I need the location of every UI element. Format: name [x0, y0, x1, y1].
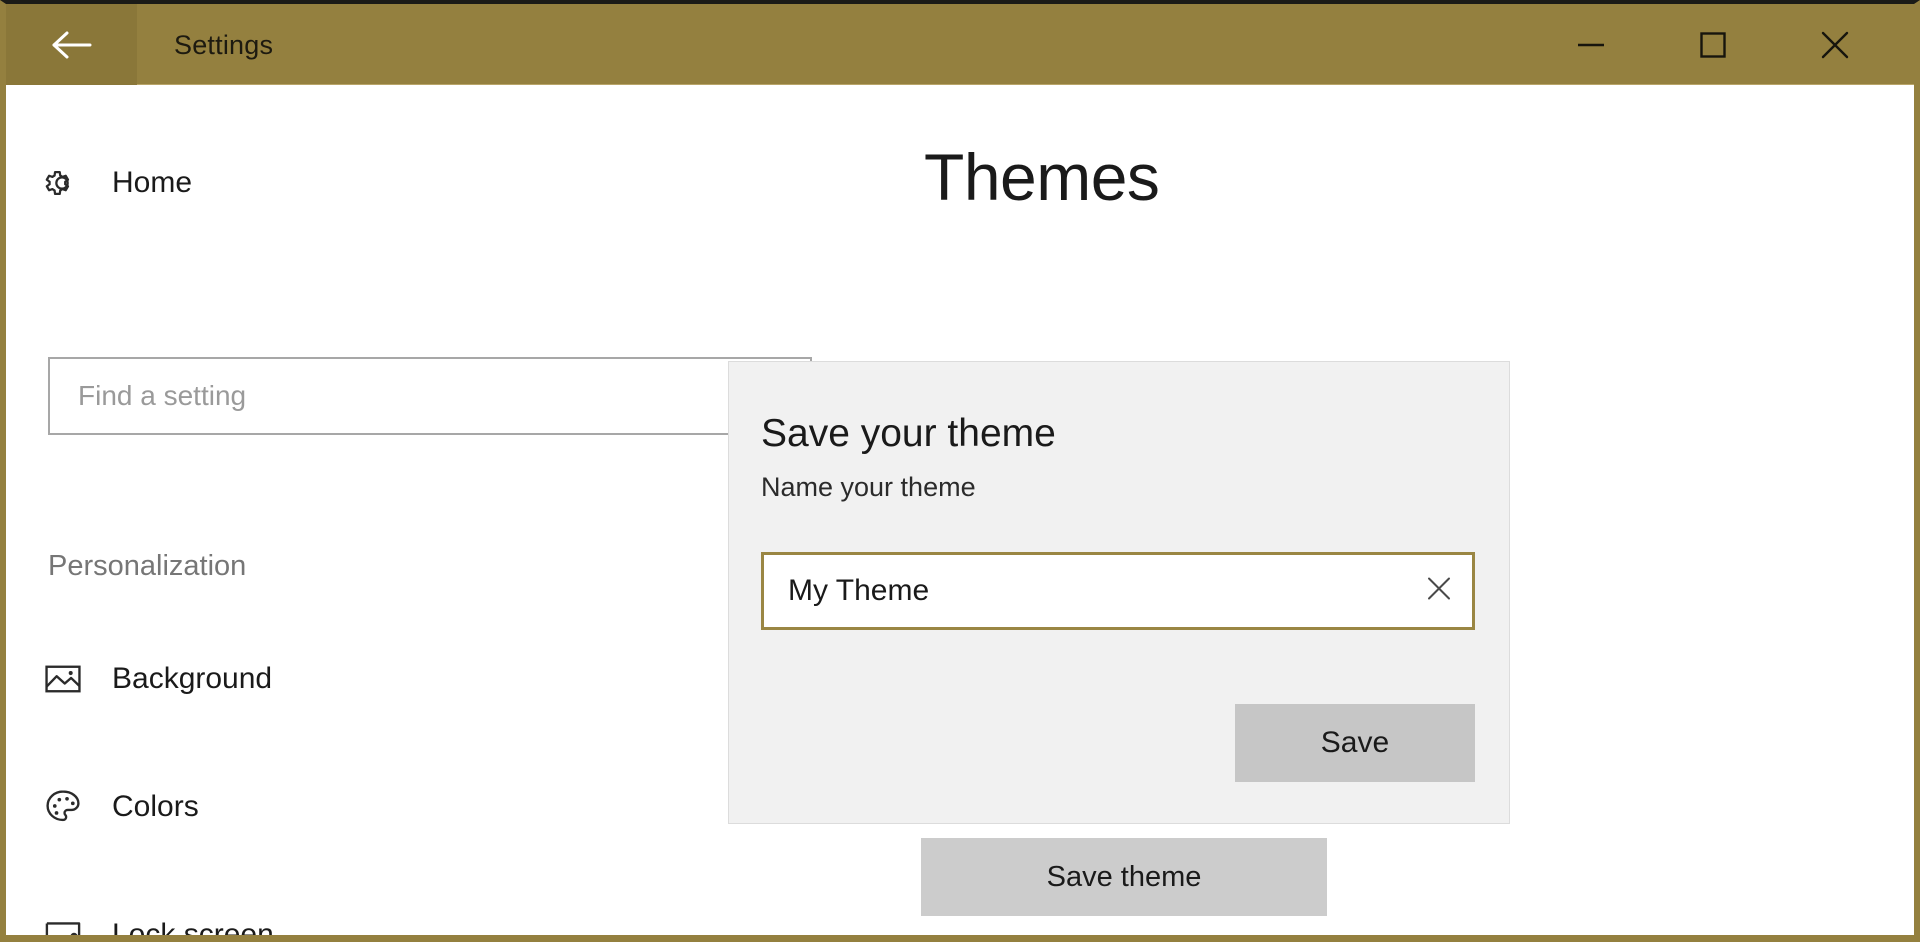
sidebar-item-home[interactable]: Home	[42, 155, 192, 211]
maximize-icon	[1699, 31, 1727, 59]
dialog-save-button[interactable]: Save	[1235, 704, 1475, 782]
sidebar-item-label: Lock screen	[112, 918, 274, 942]
minimize-icon	[1576, 38, 1606, 52]
sidebar-item-background[interactable]: Background	[42, 650, 272, 708]
minimize-button[interactable]	[1544, 4, 1638, 85]
maximize-button[interactable]	[1666, 4, 1760, 85]
page-title: Themes	[924, 140, 1160, 214]
dialog-subtitle: Name your theme	[761, 472, 976, 502]
dialog-title: Save your theme	[761, 412, 1056, 455]
picture-icon	[42, 658, 98, 700]
theme-name-field[interactable]	[761, 552, 1475, 630]
theme-name-input[interactable]	[764, 555, 1472, 627]
back-arrow-icon	[51, 30, 93, 60]
lock-screen-icon	[42, 914, 98, 935]
sidebar-section-title: Personalization	[48, 550, 247, 582]
title-bar: Settings	[6, 4, 1914, 85]
close-icon	[1820, 30, 1850, 60]
sidebar-item-colors[interactable]: Colors	[42, 778, 199, 836]
save-theme-button[interactable]: Save theme	[921, 838, 1327, 916]
back-button[interactable]	[6, 4, 137, 85]
save-theme-dialog: Save your theme Name your theme Save	[728, 361, 1510, 824]
close-button[interactable]	[1788, 4, 1882, 85]
sidebar-item-label: Colors	[112, 790, 199, 823]
sidebar-item-lock-screen[interactable]: Lock screen	[42, 906, 274, 942]
window-title: Settings	[174, 30, 274, 60]
palette-icon	[42, 786, 98, 828]
search-input[interactable]	[50, 359, 810, 433]
sidebar-item-label: Home	[112, 166, 193, 199]
search-box[interactable]	[48, 357, 812, 435]
gear-icon	[42, 163, 98, 203]
close-icon[interactable]	[1424, 574, 1454, 609]
settings-window: Settings Home Find a setting Personaliza…	[0, 0, 1920, 942]
sidebar-item-label: Background	[112, 662, 273, 695]
